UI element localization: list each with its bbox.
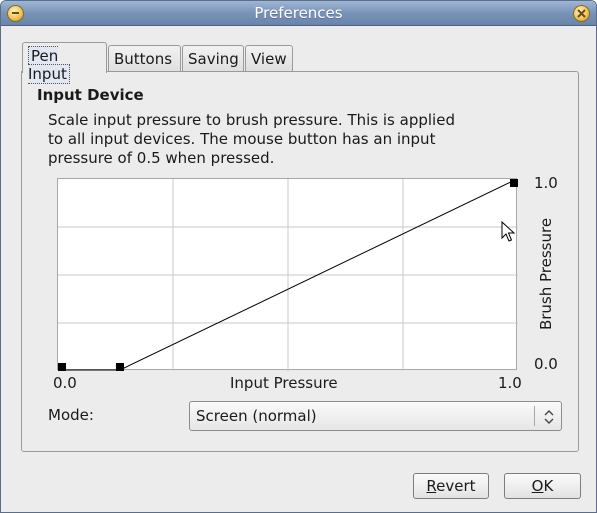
tab-pen-input-label: Pen Input [28, 46, 70, 84]
revert-button[interactable]: Revert [413, 473, 489, 499]
mouse-pointer-icon [501, 220, 516, 247]
tab-view-label: View [251, 50, 287, 68]
mode-select-value: Screen (normal) [196, 407, 317, 425]
tab-buttons[interactable]: Buttons [108, 45, 181, 72]
tab-saving[interactable]: Saving [182, 45, 244, 72]
title-bar[interactable]: Preferences [1, 1, 596, 26]
curve-control-point-1[interactable] [115, 363, 124, 371]
section-description: Scale input pressure to brush pressure. … [48, 111, 455, 167]
tab-buttons-label: Buttons [114, 50, 173, 68]
section-title: Input Device [37, 86, 144, 104]
curve-control-point-2[interactable] [510, 179, 518, 187]
pressure-curve-svg[interactable] [58, 179, 518, 371]
preferences-window: Preferences Pen Input Buttons Saving Vie… [0, 0, 597, 513]
x-tick-max: 1.0 [498, 374, 522, 392]
mode-label: Mode: [48, 406, 94, 424]
ok-button-label: OK [531, 477, 554, 495]
mode-select[interactable]: Screen (normal) [189, 401, 562, 431]
tab-view[interactable]: View [245, 45, 293, 72]
window-title: Preferences [254, 4, 343, 22]
y-tick-min: 0.0 [534, 355, 558, 373]
x-axis-label: Input Pressure [230, 374, 338, 392]
tab-pen-input[interactable]: Pen Input [22, 42, 107, 84]
revert-button-label: Revert [426, 477, 476, 495]
y-axis-label: Brush Pressure [537, 217, 555, 331]
x-tick-min: 0.0 [53, 374, 77, 392]
pressure-curve-graph[interactable] [57, 178, 518, 371]
ok-button[interactable]: OK [504, 473, 581, 499]
y-tick-max: 1.0 [534, 174, 558, 192]
tab-saving-label: Saving [188, 50, 239, 68]
up-down-arrows-icon [543, 408, 555, 430]
curve-control-point-0[interactable] [58, 363, 66, 371]
combo-separator [534, 406, 535, 426]
close-icon[interactable] [573, 5, 590, 22]
